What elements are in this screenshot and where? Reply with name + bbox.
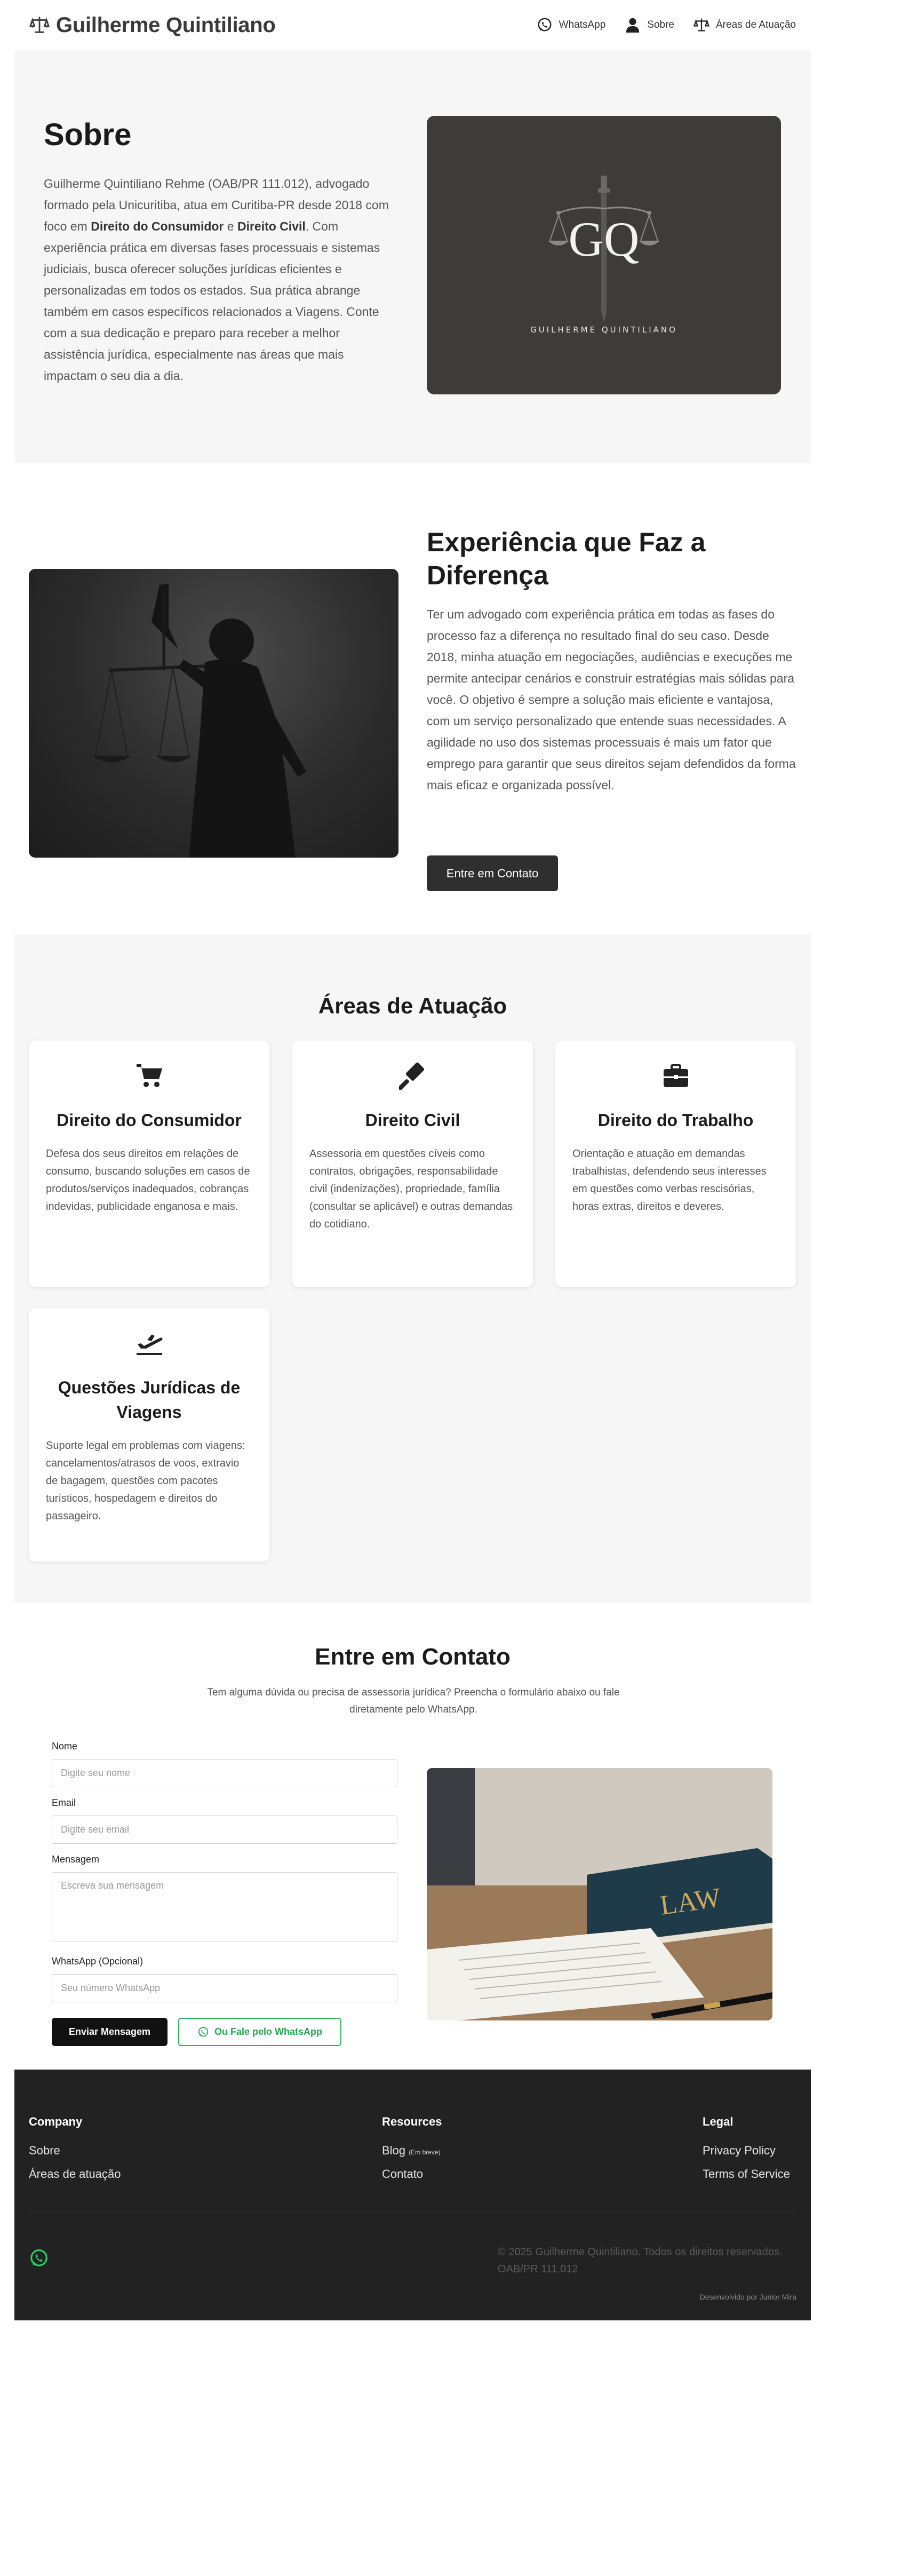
whatsapp-icon [538,18,552,31]
card-text: Defesa dos seus direitos em relações de … [46,1148,250,1212]
message-label: Mensagem [52,1854,100,1865]
card-title: Direito Civil [365,1111,460,1130]
card-text: Suporte legal em problemas com viagens: … [46,1440,245,1522]
sobre-section: Sobre Guilherme Quintiliano Rehme (OAB/P… [14,50,811,463]
card-title: Direito do Trabalho [597,1111,754,1130]
logo-monogram: GQ [569,212,640,266]
whatsapp-label: WhatsApp (Opcional) [52,1956,143,1967]
sobre-bold-consumidor: Direito do Consumidor [91,219,224,233]
lady-justice-illustration [92,584,306,858]
card-icon-wrap [309,1062,516,1092]
name-input[interactable]: Digite seu nome [52,1759,397,1787]
plane-departure-icon [136,1335,162,1355]
whatsapp-contact-button[interactable]: Ou Fale pelo WhatsApp [178,2018,341,2046]
gavel-icon [398,1062,424,1090]
user-icon [626,18,640,33]
law-book-image: LAW [427,1768,772,2020]
gq-logo: GQ [548,176,660,322]
sobre-text-part: . Com experiência prática em diversas fa… [44,219,380,383]
cart-icon [136,1064,162,1087]
footer-resources-heading: Resources [382,2115,442,2128]
sobre-paragraph: Guilherme Quintiliano Rehme (OAB/PR 111.… [44,173,390,386]
nav-sobre[interactable]: Sobre [625,17,674,33]
lady-justice-image [29,569,398,858]
experiencia-text: Experiência que Faz a Diferença Ter um a… [427,526,796,796]
footer-link-blog[interactable]: Blog (Em breve) [382,2144,442,2158]
footer-developer-credit: Desenvolvido por Junior Mira [699,2293,796,2301]
footer-resources: Resources Blog (Em breve) Contato [382,2115,442,2191]
footer-legal-heading: Legal [703,2115,733,2128]
whatsapp-icon [198,2026,209,2036]
name-label: Nome [52,1741,78,1751]
logo-caption: GUILHERME QUINTILIANO [530,325,677,335]
briefcase-icon [663,1064,688,1087]
area-card-civil[interactable]: Direito Civil Assessoria em questões cív… [292,1041,533,1287]
card-title: Direito do Consumidor [57,1111,242,1130]
sobre-text-part: e [224,219,237,233]
footer-link-areas[interactable]: Áreas de atuação [29,2167,121,2181]
areas-title: Áreas de Atuação [318,993,507,1018]
footer-link-terms[interactable]: Terms of Service [703,2167,790,2181]
experiencia-title: Experiência que Faz a Diferença [427,527,706,590]
area-card-trabalho[interactable]: Direito do Trabalho Orientação e atuação… [555,1041,796,1287]
scales-icon [693,18,709,31]
send-message-button[interactable]: Enviar Mensagem [52,2018,168,2046]
card-text: Assessoria em questões cíveis como contr… [309,1148,513,1230]
scales-icon [29,17,50,33]
whatsapp-button-label: Ou Fale pelo WhatsApp [214,2026,322,2037]
card-icon-wrap [46,1329,252,1359]
contact-title: Entre em Contato [315,1644,511,1670]
area-card-viagens[interactable]: Questões Jurídicas de Viagens Suporte le… [29,1308,269,1562]
experiencia-paragraph: Ter um advogado com experiência prática … [427,607,796,792]
area-card-consumidor[interactable]: Direito do Consumidor Defesa dos seus di… [29,1041,269,1287]
footer: Company Sobre Áreas de atuação Resources… [14,2070,811,2320]
footer-company: Company Sobre Áreas de atuação [29,2115,121,2191]
logo-card: GQ GUILHERME QUINTILIANO [427,116,781,394]
nav-sobre-label: Sobre [647,19,674,30]
card-title: Questões Jurídicas de Viagens [58,1378,241,1422]
whatsapp-icon[interactable] [29,2248,49,2269]
sobre-text: Sobre Guilherme Quintiliano Rehme (OAB/P… [44,117,390,386]
email-input[interactable]: Digite seu email [52,1816,397,1844]
footer-link-sobre[interactable]: Sobre [29,2144,121,2158]
card-icon-wrap [572,1062,779,1092]
card-text: Orientação e atuação em demandas trabalh… [572,1148,767,1212]
law-book-illustration: LAW [427,1768,772,2020]
page: Guilherme Quintiliano WhatsApp Sobre Áre… [0,0,901,2576]
footer-legal: Legal Privacy Policy Terms of Service [703,2115,790,2191]
sobre-bold-civil: Direito Civil [237,219,306,233]
footer-copyright: © 2025 Guilherme Quintiliano. Todos os d… [498,2246,783,2275]
nav-whatsapp-label: WhatsApp [559,19,606,30]
header: Guilherme Quintiliano WhatsApp Sobre Áre… [14,0,811,50]
blog-coming-soon-badge: (Em breve) [409,2149,441,2156]
card-icon-wrap [46,1062,252,1092]
nav-whatsapp[interactable]: WhatsApp [537,17,606,33]
nav-areas-label: Áreas de Atuação [716,19,796,30]
brand[interactable]: Guilherme Quintiliano [29,13,276,37]
email-label: Email [52,1797,76,1808]
main-nav: WhatsApp Sobre Áreas de Atuação [537,17,796,33]
contact-cta-button[interactable]: Entre em Contato [427,855,558,891]
nav-areas[interactable]: Áreas de Atuação [693,17,796,33]
contact-subtitle: Tem alguma dúvida ou precisa de assessor… [207,1687,620,1715]
footer-link-privacy[interactable]: Privacy Policy [703,2144,790,2158]
message-textarea[interactable]: Escreva sua mensagem [52,1872,397,1941]
whatsapp-input[interactable]: Seu número WhatsApp [52,1974,397,2002]
brand-title: Guilherme Quintiliano [56,13,276,37]
areas-section: Áreas de Atuação Direito do Consumidor D… [14,934,811,1603]
footer-company-heading: Company [29,2115,83,2128]
blog-label: Blog [382,2144,406,2157]
sobre-title: Sobre [44,117,132,152]
footer-link-contato[interactable]: Contato [382,2167,442,2181]
